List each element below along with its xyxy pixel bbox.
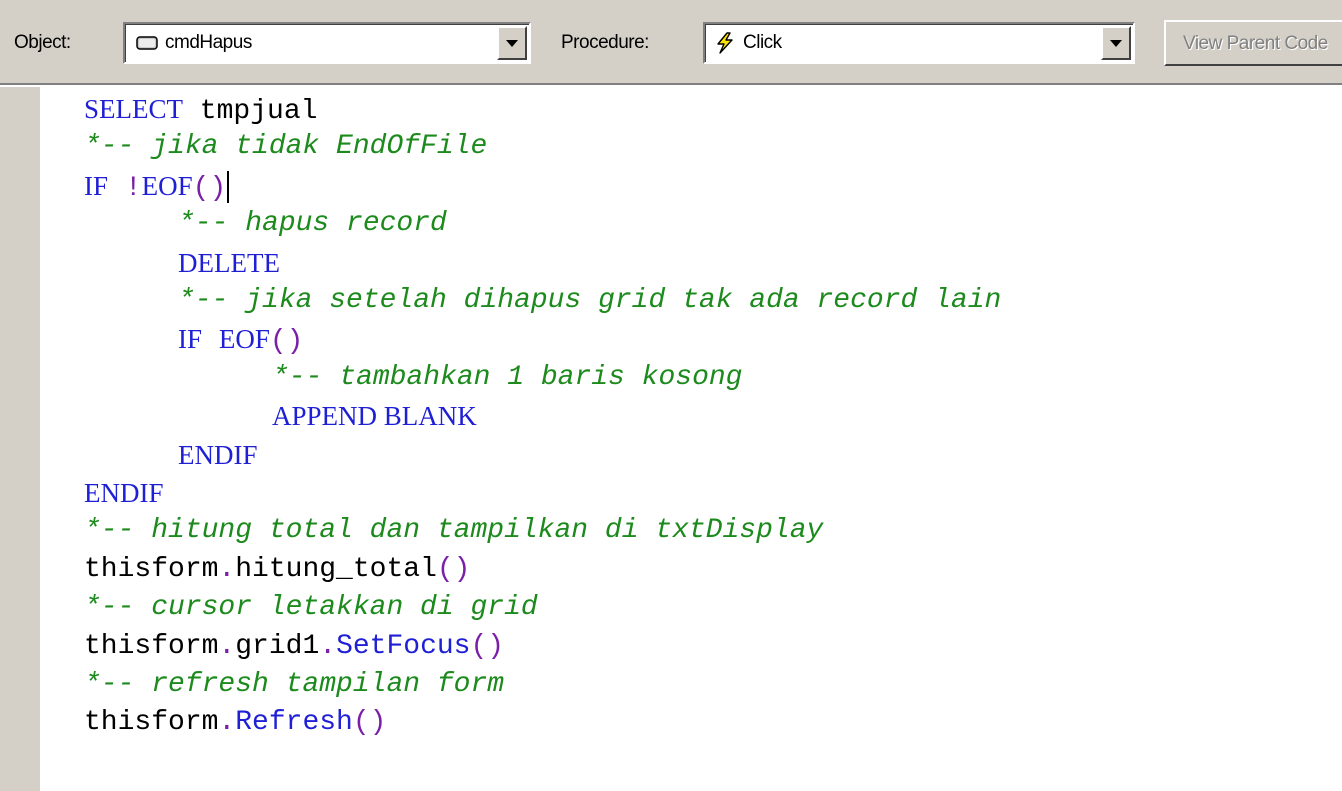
code-line: *-- tambahkan 1 baris kosong bbox=[272, 359, 742, 397]
chevron-down-icon bbox=[506, 39, 518, 47]
procedure-dropdown[interactable]: Click bbox=[703, 22, 1135, 64]
text-cursor bbox=[227, 171, 230, 204]
code-comment: *-- jika tidak EndOfFile bbox=[84, 131, 488, 163]
code-line: SELECT tmpjual bbox=[84, 90, 317, 128]
object-dropdown[interactable]: cmdHapus bbox=[123, 22, 531, 64]
code-keyword: APPEND BLANK bbox=[272, 401, 477, 432]
code-token: SetFocus bbox=[336, 630, 471, 662]
code-line: IF EOF() bbox=[178, 320, 303, 358]
code-line: thisform.Refresh() bbox=[84, 704, 386, 742]
code-line: IF !EOF() bbox=[84, 167, 230, 205]
code-line: *-- cursor letakkan di grid bbox=[84, 589, 538, 627]
code-token: Refresh bbox=[235, 707, 353, 739]
code-line: thisform.hitung_total() bbox=[84, 551, 470, 589]
chevron-down-icon bbox=[1110, 39, 1122, 47]
code-token: grid1 bbox=[235, 630, 320, 662]
object-label: Object: bbox=[14, 32, 71, 53]
code-keyword: DELETE bbox=[178, 247, 280, 278]
code-keyword: IF bbox=[178, 324, 203, 355]
code-keyword: ENDIF bbox=[84, 478, 164, 508]
code-comment: *-- refresh tampilan form bbox=[84, 669, 505, 700]
code-line: *-- refresh tampilan form bbox=[84, 666, 504, 704]
code-keyword: ENDIF bbox=[178, 439, 258, 470]
code-line: *-- jika tidak EndOfFile bbox=[84, 128, 487, 166]
view-parent-code-button[interactable]: View Parent Code bbox=[1164, 20, 1342, 66]
code-window-toolbar: Object: cmdHapus Procedure: Click View P… bbox=[0, 0, 1342, 85]
procedure-label: Procedure: bbox=[561, 32, 649, 53]
code-editor[interactable]: SELECT tmpjual *-- jika tidak EndOfFile IF… bbox=[40, 87, 1342, 791]
editor-gutter bbox=[0, 87, 40, 791]
object-dropdown-value: cmdHapus bbox=[165, 32, 252, 53]
code-token: () bbox=[192, 172, 227, 204]
code-comment: *-- tambahkan 1 baris kosong bbox=[272, 361, 743, 393]
code-keyword: EOF bbox=[141, 170, 193, 201]
code-token: thisform bbox=[84, 707, 219, 739]
command-button-icon bbox=[135, 34, 159, 52]
code-line: ENDIF bbox=[178, 436, 258, 474]
code-comment: *-- hitung total dan tampilkan di txtDis… bbox=[84, 515, 824, 547]
code-keyword: EOF bbox=[218, 324, 270, 355]
code-token: . bbox=[218, 553, 236, 585]
code-keyword: IF bbox=[84, 170, 109, 201]
code-line: APPEND BLANK bbox=[272, 397, 477, 435]
code-token: () bbox=[470, 630, 505, 662]
code-comment: *-- cursor letakkan di grid bbox=[84, 592, 538, 624]
code-token: tmpjual bbox=[183, 96, 318, 127]
code-line: *-- hitung total dan tampilkan di txtDis… bbox=[84, 512, 823, 550]
object-dropdown-button[interactable] bbox=[497, 26, 527, 60]
code-token: thisform bbox=[84, 553, 219, 585]
code-token: . bbox=[319, 630, 337, 662]
code-token: () bbox=[352, 707, 387, 739]
code-line: *-- hapus record bbox=[178, 205, 447, 243]
code-token: thisform bbox=[84, 630, 219, 662]
code-token: hitung_total bbox=[235, 553, 437, 585]
code-token: . bbox=[218, 707, 236, 739]
procedure-dropdown-value: Click bbox=[743, 32, 782, 53]
code-comment: *-- hapus record bbox=[178, 208, 447, 240]
code-token: () bbox=[269, 326, 304, 358]
procedure-dropdown-button[interactable] bbox=[1101, 26, 1131, 60]
event-lightning-icon bbox=[713, 32, 737, 54]
code-token: () bbox=[436, 553, 471, 585]
code-line: ENDIF bbox=[84, 474, 164, 512]
code-keyword: SELECT bbox=[84, 94, 183, 124]
code-token: ! bbox=[124, 172, 142, 204]
code-line: *-- jika setelah dihapus grid tak ada re… bbox=[178, 282, 1001, 320]
code-comment: *-- jika setelah dihapus grid tak ada re… bbox=[178, 285, 1002, 316]
code-token: . bbox=[218, 630, 236, 662]
code-line: DELETE bbox=[178, 244, 280, 282]
code-line: thisform.grid1.SetFocus() bbox=[84, 628, 504, 666]
